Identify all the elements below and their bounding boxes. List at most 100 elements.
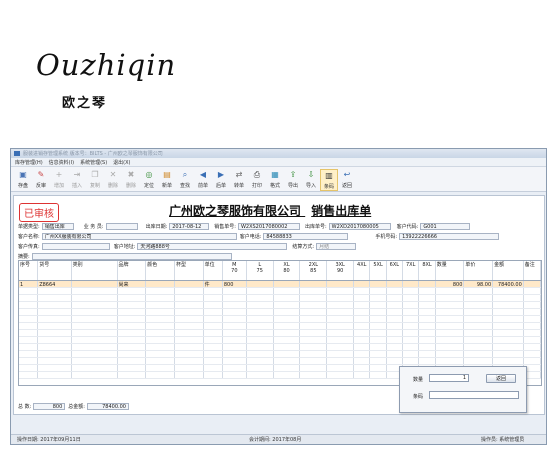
table-cell[interactable] <box>403 351 420 357</box>
table-cell[interactable] <box>118 302 147 308</box>
table-cell[interactable] <box>493 358 524 364</box>
table-cell[interactable] <box>204 358 223 364</box>
table-cell[interactable] <box>354 295 371 301</box>
toolbar-button-new-doc[interactable]: ▤ 新单 <box>158 169 176 189</box>
table-cell[interactable] <box>436 323 465 329</box>
table-cell[interactable] <box>403 316 420 322</box>
table-cell[interactable] <box>175 344 204 350</box>
table-cell[interactable] <box>223 309 247 315</box>
table-cell[interactable] <box>493 344 524 350</box>
table-row[interactable] <box>19 351 541 358</box>
table-cell[interactable] <box>493 302 524 308</box>
table-cell[interactable] <box>175 281 204 287</box>
table-cell[interactable] <box>327 288 355 294</box>
table-cell[interactable] <box>524 316 541 322</box>
table-cell[interactable] <box>403 295 420 301</box>
table-cell[interactable] <box>146 295 175 301</box>
mobile-field[interactable]: 13922226666 <box>399 233 500 240</box>
popup-return-button[interactable]: 返回 <box>486 374 516 383</box>
table-cell[interactable] <box>19 302 39 308</box>
popup-qty-input[interactable]: 1 <box>429 374 469 382</box>
table-cell[interactable]: Z8664 <box>38 281 72 287</box>
table-row[interactable] <box>19 358 541 365</box>
table-cell[interactable] <box>204 295 223 301</box>
grid-header-cell[interactable]: 金额 <box>493 261 524 280</box>
toolbar-button-find[interactable]: ⌕ 查找 <box>176 169 194 189</box>
table-cell[interactable] <box>354 337 371 343</box>
table-cell[interactable] <box>118 337 147 343</box>
phone-field[interactable]: 84588833 <box>263 233 349 240</box>
table-cell[interactable] <box>19 330 39 336</box>
table-cell[interactable] <box>72 295 118 301</box>
toolbar-button-format[interactable]: ▦ 格式 <box>266 169 284 189</box>
table-cell[interactable] <box>175 372 204 378</box>
table-cell[interactable] <box>327 365 355 371</box>
table-cell[interactable] <box>436 330 465 336</box>
table-cell[interactable] <box>464 337 494 343</box>
table-row[interactable] <box>19 323 541 330</box>
popup-barcode-input[interactable] <box>429 391 519 399</box>
table-cell[interactable] <box>175 316 204 322</box>
table-cell[interactable] <box>327 351 355 357</box>
table-cell[interactable]: 800 <box>223 281 247 287</box>
table-cell[interactable] <box>300 323 328 329</box>
table-cell[interactable] <box>403 344 420 350</box>
table-cell[interactable] <box>403 288 420 294</box>
table-cell[interactable] <box>464 316 494 322</box>
table-cell[interactable] <box>419 302 436 308</box>
table-cell[interactable] <box>493 309 524 315</box>
table-cell[interactable] <box>493 295 524 301</box>
table-cell[interactable] <box>436 302 465 308</box>
table-cell[interactable]: 800 <box>436 281 465 287</box>
table-cell[interactable] <box>274 309 301 315</box>
table-cell[interactable] <box>72 281 118 287</box>
table-cell[interactable] <box>436 288 465 294</box>
table-cell[interactable] <box>300 351 328 357</box>
table-cell[interactable] <box>146 281 175 287</box>
table-cell[interactable] <box>493 351 524 357</box>
table-cell[interactable] <box>19 372 39 378</box>
table-cell[interactable] <box>524 302 541 308</box>
table-cell[interactable] <box>247 365 274 371</box>
table-cell[interactable] <box>146 344 175 350</box>
table-cell[interactable] <box>436 295 465 301</box>
table-cell[interactable] <box>146 372 175 378</box>
table-cell[interactable] <box>72 288 118 294</box>
table-cell[interactable] <box>524 288 541 294</box>
grid-header-cell[interactable]: 货号 <box>38 261 72 280</box>
table-cell[interactable] <box>223 337 247 343</box>
menu-item-exit[interactable]: 退出(X) <box>113 159 130 166</box>
table-cell[interactable] <box>274 295 301 301</box>
cust-code-field[interactable]: G001 <box>420 223 471 230</box>
grid-header-cell[interactable]: 类别 <box>72 261 118 280</box>
table-cell[interactable] <box>146 302 175 308</box>
grid-header-cell[interactable]: XL 80 <box>274 261 301 280</box>
table-cell[interactable]: 尚来 <box>118 281 147 287</box>
addr-field[interactable]: 天河路888号 <box>137 243 288 250</box>
toolbar-button-export[interactable]: ⇪ 导出 <box>284 169 302 189</box>
table-cell[interactable] <box>19 323 39 329</box>
table-cell[interactable] <box>419 351 436 357</box>
table-cell[interactable] <box>274 351 301 357</box>
table-cell[interactable] <box>204 309 223 315</box>
table-cell[interactable] <box>247 372 274 378</box>
grid-header-cell[interactable]: 备注 <box>524 261 541 280</box>
table-cell[interactable] <box>370 295 387 301</box>
grid-header-cell[interactable]: 颜色 <box>146 261 175 280</box>
table-cell[interactable] <box>146 365 175 371</box>
table-cell[interactable] <box>274 302 301 308</box>
table-cell[interactable] <box>38 323 72 329</box>
table-cell[interactable] <box>387 309 404 315</box>
table-cell[interactable] <box>387 344 404 350</box>
table-cell[interactable] <box>175 288 204 294</box>
table-cell[interactable] <box>327 302 355 308</box>
grid-header-cell[interactable]: 序号 <box>19 261 39 280</box>
table-cell[interactable] <box>274 323 301 329</box>
type-field[interactable]: 销售出库 <box>41 223 74 230</box>
table-cell[interactable] <box>118 295 147 301</box>
table-cell[interactable] <box>327 330 355 336</box>
table-cell[interactable] <box>419 344 436 350</box>
table-cell[interactable] <box>146 330 175 336</box>
cust-name-field[interactable]: 广州XX服装有限公司 <box>41 233 237 240</box>
grid-header-cell[interactable]: 单位 <box>204 261 223 280</box>
